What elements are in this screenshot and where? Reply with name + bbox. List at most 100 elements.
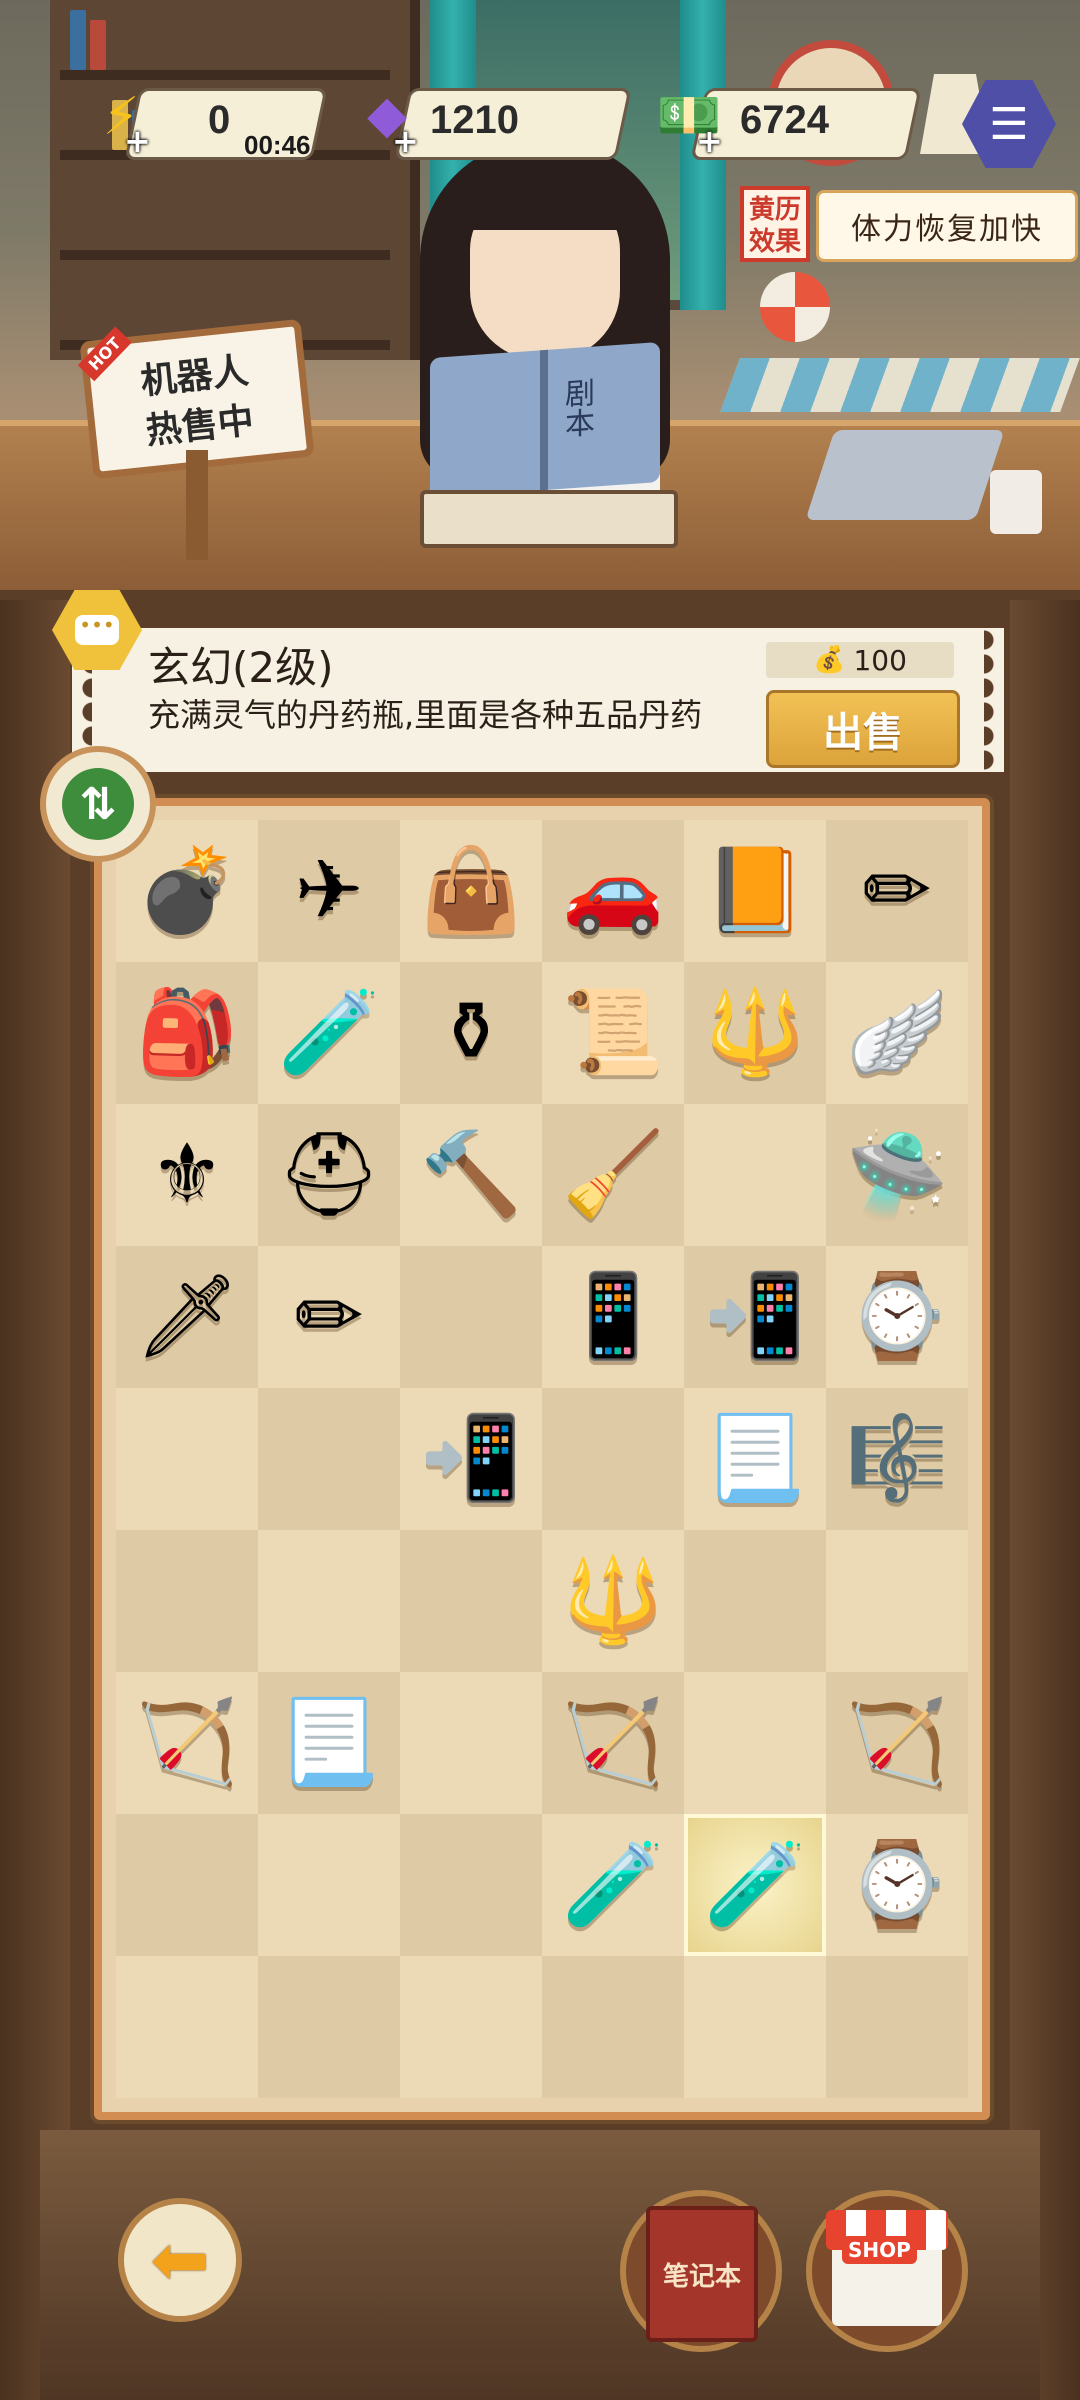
war-hammer-icon[interactable]: 🔨 — [420, 1134, 522, 1216]
grid-cell[interactable] — [258, 1388, 400, 1530]
grid-cell[interactable]: 🔱 — [684, 962, 826, 1104]
flip-phone-icon[interactable]: 📲 — [704, 1276, 806, 1358]
grid-cell[interactable]: 🧪 — [258, 962, 400, 1104]
grid-cell[interactable]: 📲 — [684, 1246, 826, 1388]
mug — [990, 470, 1042, 534]
potion-bottle-icon[interactable]: 🧪 — [704, 1844, 806, 1926]
grid-cell[interactable]: 📲 — [400, 1388, 542, 1530]
grid-cell[interactable]: ✈ — [258, 820, 400, 962]
grid-cell[interactable] — [258, 1814, 400, 1956]
grid-cell[interactable]: ⌚ — [826, 1814, 968, 1956]
grid-cell[interactable]: 🏹 — [542, 1672, 684, 1814]
grid-cell[interactable]: 🔱 — [542, 1530, 684, 1672]
sell-button[interactable]: 出售 — [766, 690, 960, 768]
almanac-effect[interactable]: 黄历效果 体力恢复加快 — [730, 186, 1078, 264]
grid-cell[interactable]: ⛑ — [258, 1104, 400, 1246]
grid-cell[interactable]: ⚜ — [116, 1104, 258, 1246]
grid-cell[interactable] — [116, 1530, 258, 1672]
grid-cell[interactable] — [542, 1388, 684, 1530]
grid-cell[interactable] — [684, 1104, 826, 1246]
grid-cell[interactable]: 📜 — [542, 962, 684, 1104]
grid-cell[interactable] — [826, 1956, 968, 2098]
cash-value: 6724 — [740, 98, 829, 142]
grid-cell[interactable]: 📙 — [684, 820, 826, 962]
pencil-icon[interactable]: ✏ — [863, 850, 932, 932]
grid-cell[interactable]: 🎼 — [826, 1388, 968, 1530]
grid-cell[interactable]: 📱 — [542, 1246, 684, 1388]
harp-icon[interactable]: 🎼 — [846, 1418, 948, 1500]
grid-cell[interactable] — [116, 1388, 258, 1530]
potion-bottle-icon[interactable]: 🧪 — [278, 992, 380, 1074]
smartwatch-icon[interactable]: ⌚ — [846, 1276, 948, 1358]
grid-cell[interactable] — [400, 1956, 542, 2098]
shop-button[interactable]: SHOP — [806, 2190, 968, 2352]
ancient-book-icon[interactable]: 📙 — [704, 850, 806, 932]
golden-staff-icon[interactable]: 🔱 — [562, 1560, 664, 1642]
pencil-icon[interactable]: ✏ — [295, 1276, 364, 1358]
grid-cell[interactable]: 🧹 — [542, 1104, 684, 1246]
short-sword-icon[interactable]: 🗡 — [135, 1276, 239, 1358]
girl-character[interactable]: 剧本 — [400, 110, 700, 550]
grid-cell[interactable]: 🏹 — [826, 1672, 968, 1814]
grid-cell[interactable] — [684, 1530, 826, 1672]
grid-cell[interactable]: 🔨 — [400, 1104, 542, 1246]
tablet-device-icon[interactable]: 📱 — [562, 1276, 664, 1358]
money-bag-icon: 💰 — [813, 645, 846, 675]
siege-crossbow-icon[interactable]: 🏹 — [562, 1702, 664, 1784]
grid-cell[interactable]: 🪽 — [826, 962, 968, 1104]
grid-cell[interactable] — [684, 1672, 826, 1814]
grid-cell[interactable]: 🚗 — [542, 820, 684, 962]
grid-cell[interactable] — [684, 1956, 826, 2098]
grid-cell[interactable] — [258, 1956, 400, 2098]
add-cash-icon[interactable]: + — [696, 122, 723, 160]
grid-cell[interactable]: ⚱ — [400, 962, 542, 1104]
grid-cell[interactable] — [116, 1956, 258, 2098]
angel-wings-icon[interactable]: 🪽 — [846, 992, 948, 1074]
flip-phone-icon[interactable]: 📲 — [420, 1418, 522, 1500]
sports-car-icon[interactable]: 🚗 — [562, 850, 664, 932]
grid-cell[interactable]: 👜 — [400, 820, 542, 962]
magic-scroll-icon[interactable]: 📜 — [562, 992, 664, 1074]
notebook-button[interactable]: 笔记本 — [620, 2190, 782, 2352]
grid-cell[interactable]: 📃 — [258, 1672, 400, 1814]
jeweled-scepter-icon[interactable]: ⚜ — [150, 1134, 224, 1216]
grid-cell[interactable] — [400, 1672, 542, 1814]
alchemy-cauldron-icon[interactable]: ⚱ — [437, 992, 506, 1074]
grid-cell[interactable] — [400, 1246, 542, 1388]
add-gems-icon[interactable]: + — [392, 122, 419, 160]
ufo-icon[interactable]: 🛸 — [846, 1134, 948, 1216]
gladiator-helmet-icon[interactable]: ⛑ — [277, 1134, 381, 1216]
handbag-icon[interactable]: 👜 — [420, 850, 522, 932]
sort-button[interactable]: ⇅ — [40, 746, 156, 862]
grid-cell[interactable]: 🎒 — [116, 962, 258, 1104]
witch-broom-icon[interactable]: 🧹 — [562, 1134, 664, 1216]
grid-cell[interactable] — [116, 1814, 258, 1956]
grid-cell[interactable]: 🛸 — [826, 1104, 968, 1246]
fighter-jet-icon[interactable]: ✈ — [295, 850, 364, 932]
grid-cell[interactable]: ⌚ — [826, 1246, 968, 1388]
back-arrow-icon[interactable]: ⬅ — [118, 2198, 242, 2322]
grid-cell-selected[interactable]: 🧪 — [684, 1814, 826, 1956]
backpack-icon[interactable]: 🎒 — [136, 992, 238, 1074]
smartwatch-icon[interactable]: ⌚ — [846, 1844, 948, 1926]
paper-scroll-icon[interactable]: 📃 — [704, 1418, 806, 1500]
siege-crossbow-icon[interactable]: 🏹 — [846, 1702, 948, 1784]
grid-cell[interactable] — [826, 1530, 968, 1672]
grid-cell[interactable] — [542, 1956, 684, 2098]
grid-cell[interactable]: 📃 — [684, 1388, 826, 1530]
grid-cell[interactable] — [400, 1530, 542, 1672]
grid-cell[interactable] — [400, 1814, 542, 1956]
golden-staff-icon[interactable]: 🔱 — [704, 992, 806, 1074]
grid-cell[interactable]: ✏ — [258, 1246, 400, 1388]
paper-scroll-icon[interactable]: 📃 — [278, 1702, 380, 1784]
add-energy-icon[interactable]: + — [124, 122, 151, 160]
grid-cell[interactable]: 🏹 — [116, 1672, 258, 1814]
item-title: 玄幻(2级) — [148, 643, 334, 692]
siege-crossbow-icon[interactable]: 🏹 — [136, 1702, 238, 1784]
grid-cell[interactable]: 🗡 — [116, 1246, 258, 1388]
grid-cell[interactable]: ✏ — [826, 820, 968, 962]
grid-cell[interactable]: 🧪 — [542, 1814, 684, 1956]
cannon-icon[interactable]: 💣 — [136, 850, 238, 932]
potion-bottle-icon[interactable]: 🧪 — [562, 1844, 664, 1926]
grid-cell[interactable] — [258, 1530, 400, 1672]
